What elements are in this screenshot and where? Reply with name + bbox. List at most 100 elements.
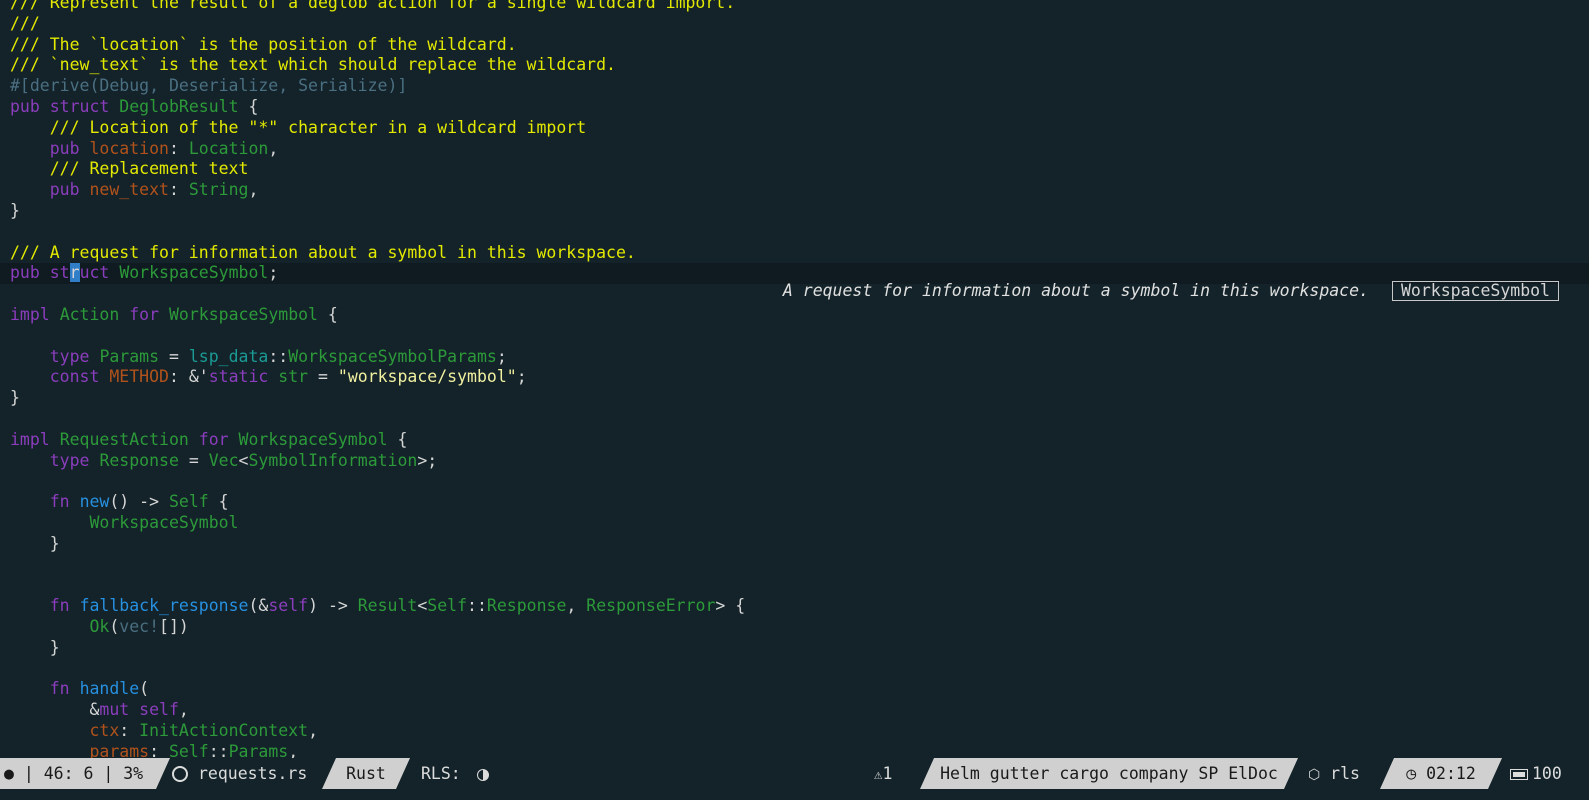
code-token: WorkspaceSymbol [89, 512, 239, 532]
code-token: Result [357, 596, 418, 616]
major-mode: Rust [346, 764, 386, 783]
code-line[interactable]: /// The `location` is the position of th… [10, 35, 1589, 56]
code-token: pub [49, 180, 80, 200]
code-line[interactable]: pub location: Location, [10, 139, 1589, 160]
code-token: pub [10, 263, 40, 283]
major-mode-segment[interactable]: Rust [322, 758, 410, 789]
code-line[interactable]: ​ [10, 555, 1589, 576]
code-token: impl [10, 304, 50, 324]
code-line[interactable]: type Params = lsp_data::WorkspaceSymbolP… [10, 347, 1589, 368]
code-token: = [178, 450, 209, 470]
code-token: /// `new_text` is the text which should … [10, 55, 616, 75]
eldoc-text: A request for information about a symbol… [782, 281, 1369, 300]
code-line[interactable]: /// Location of the "*" character in a w… [10, 118, 1589, 139]
code-line[interactable]: ​ [10, 659, 1589, 680]
code-token: struct [49, 96, 110, 116]
code-line[interactable]: /// `new_text` is the text which should … [10, 55, 1589, 76]
code-token: mut [99, 700, 130, 720]
code-line[interactable]: fn new() -> Self { [10, 492, 1589, 513]
code-line[interactable]: impl Action for WorkspaceSymbol { [10, 305, 1589, 326]
code-token: Vec [208, 450, 239, 470]
code-line[interactable]: const METHOD: &'static str = "workspace/… [10, 367, 1589, 388]
code-line[interactable]: pub new_text: String, [10, 180, 1589, 201]
code-token: :: [268, 346, 289, 366]
code-line[interactable]: /// [10, 14, 1589, 35]
flycheck-segment[interactable]: ⚠1 [874, 758, 914, 789]
minor-modes-segment[interactable]: Helm gutter cargo company SP ElDoc [920, 758, 1298, 789]
code-token: Response [486, 596, 567, 616]
code-token: type [49, 450, 90, 470]
code-token: fallback_response [79, 596, 249, 616]
code-line[interactable]: fn fallback_response(&self) -> Result<Se… [10, 596, 1589, 617]
code-line[interactable]: ​ [10, 471, 1589, 492]
code-token: Action [59, 304, 120, 324]
code-line[interactable]: } [10, 201, 1589, 222]
code-token: /// [10, 13, 40, 33]
code-line[interactable]: } [10, 638, 1589, 659]
code-line[interactable]: type Response = Vec<SymbolInformation>; [10, 451, 1589, 472]
code-token: type [49, 346, 90, 366]
code-token: Location [188, 138, 269, 158]
code-line[interactable]: ​ [10, 326, 1589, 347]
code-token: (& [248, 596, 269, 616]
code-line[interactable]: /// Replacement text [10, 159, 1589, 180]
position-segment: ● | 46: 6 | 3% [0, 758, 170, 789]
code-line[interactable]: ctx: InitActionContext, [10, 721, 1589, 742]
code-token: Ok [89, 616, 110, 636]
code-line[interactable]: } [10, 388, 1589, 409]
code-line[interactable]: pub struct DeglobResult { [10, 97, 1589, 118]
code-token: ( [109, 616, 120, 636]
code-token: DeglobResult [119, 96, 239, 116]
code-token: ResponseError [586, 596, 716, 616]
rust-icon [172, 765, 188, 782]
code-line[interactable]: } [10, 534, 1589, 555]
code-editor[interactable]: /// Represent the result of a deglob act… [0, 0, 1589, 762]
code-token: self [139, 700, 179, 720]
code-token: < [417, 596, 428, 616]
buffer-segment[interactable]: requests.rs [172, 758, 322, 789]
code-token: , [268, 138, 279, 158]
eldoc-symbol: WorkspaceSymbol [1391, 281, 1559, 301]
code-token: location [89, 138, 169, 158]
code-line[interactable]: ​ [10, 409, 1589, 430]
code-token: str [278, 367, 309, 387]
code-token: for [129, 304, 160, 324]
code-token: /// The `location` is the position of th… [10, 34, 517, 54]
code-line[interactable]: ​ [10, 222, 1589, 243]
code-token: Response [99, 450, 179, 470]
project-segment[interactable]: ⬡ rls [1308, 758, 1380, 789]
code-token: , [178, 700, 189, 720]
code-line[interactable]: /// Represent the result of a deglob act… [10, 0, 1589, 14]
code-token: : [168, 138, 189, 158]
code-token: static [208, 367, 269, 387]
code-line[interactable]: Ok(vec![]) [10, 617, 1589, 638]
code-token: , [248, 180, 259, 200]
clock-icon: ◷ [1406, 764, 1417, 783]
buffer-filename: requests.rs [198, 764, 308, 783]
code-token: () -> [109, 492, 169, 512]
code-line[interactable]: fn handle( [10, 679, 1589, 700]
eldoc-tooltip: A request for information about a symbol… [782, 280, 1559, 302]
code-line[interactable]: /// A request for information about a sy… [10, 243, 1589, 264]
code-line[interactable]: impl RequestAction for WorkspaceSymbol { [10, 430, 1589, 451]
code-line[interactable]: ​ [10, 575, 1589, 596]
code-token: } [10, 637, 60, 657]
code-line[interactable]: WorkspaceSymbol [10, 513, 1589, 534]
code-token: >; [417, 450, 438, 470]
code-line[interactable]: #[derive(Debug, Deserialize, Serialize)] [10, 76, 1589, 97]
rls-segment[interactable]: RLS: [421, 758, 501, 789]
code-token: ; [268, 263, 279, 283]
code-token: impl [10, 429, 50, 449]
code-line[interactable]: &mut self, [10, 700, 1589, 721]
